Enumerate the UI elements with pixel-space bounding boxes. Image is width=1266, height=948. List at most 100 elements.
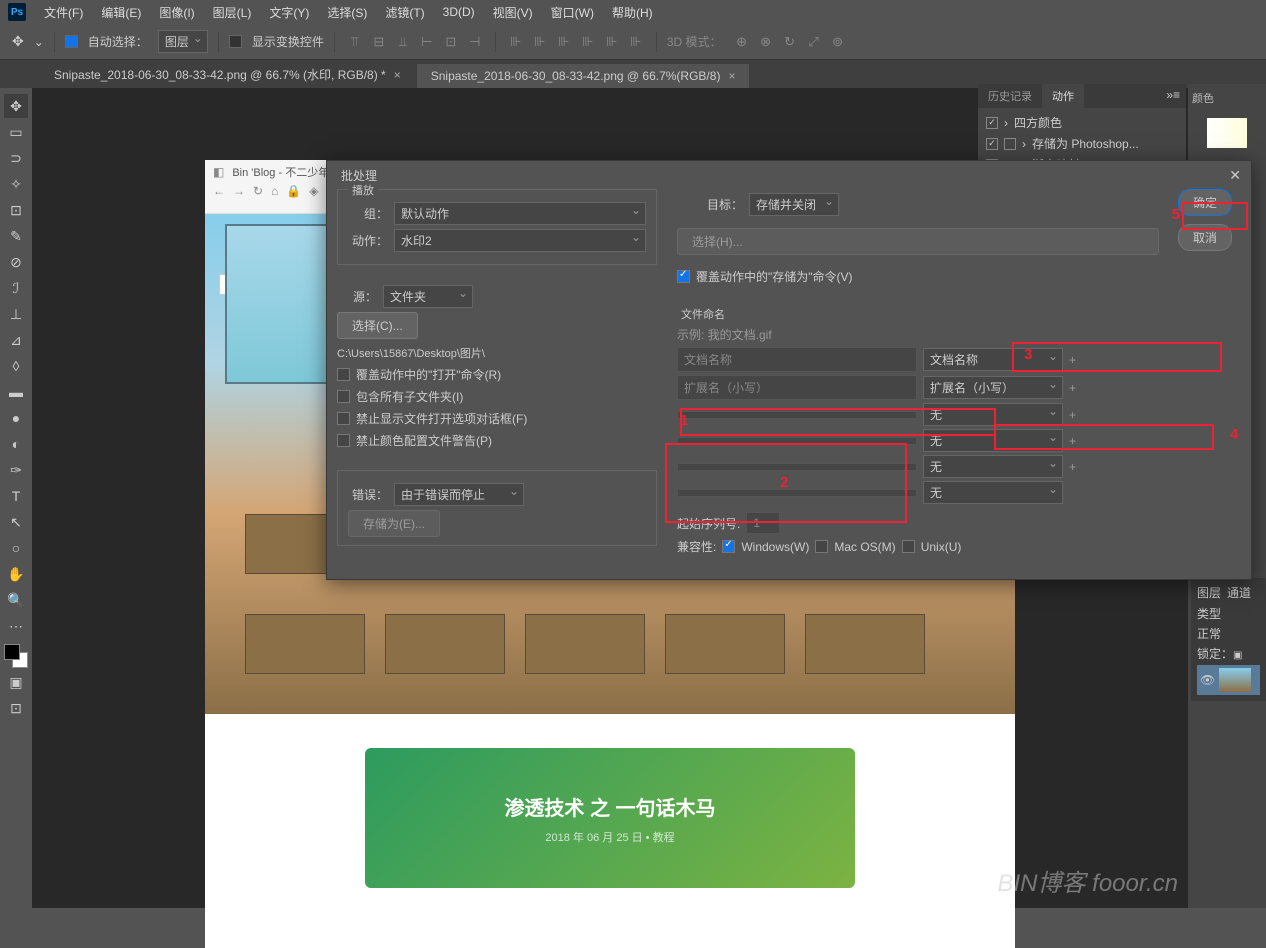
menu-layer[interactable]: 图层(L) bbox=[205, 1, 260, 24]
filename-field[interactable] bbox=[677, 437, 917, 445]
action-select[interactable]: 水印2 bbox=[394, 229, 646, 252]
filename-select[interactable]: 无 bbox=[923, 429, 1063, 452]
layer-row[interactable]: 👁 bbox=[1197, 665, 1260, 695]
history-brush-tool[interactable]: ⊿ bbox=[4, 328, 28, 352]
layer-select[interactable]: 图层 bbox=[158, 30, 208, 53]
filename-field[interactable] bbox=[677, 489, 917, 497]
menu-text[interactable]: 文字(Y) bbox=[261, 1, 317, 24]
filename-select[interactable]: 无 bbox=[923, 481, 1063, 504]
group-select[interactable]: 默认动作 bbox=[394, 202, 646, 225]
filename-select[interactable]: 扩展名（小写） bbox=[923, 376, 1063, 399]
eye-icon[interactable]: 👁 bbox=[1200, 673, 1215, 687]
action-item[interactable]: ›四方颜色 bbox=[982, 112, 1182, 133]
source-select[interactable]: 文件夹 bbox=[383, 285, 473, 308]
filename-field[interactable]: 文档名称 bbox=[677, 347, 917, 372]
dist-icon[interactable]: ⊪ bbox=[530, 32, 550, 52]
align-vcenter-icon[interactable]: ⊟ bbox=[369, 32, 389, 52]
menu-window[interactable]: 窗口(W) bbox=[543, 1, 602, 24]
layers-tab[interactable]: 图层 bbox=[1197, 584, 1221, 601]
align-top-icon[interactable]: ⫪ bbox=[345, 32, 365, 52]
include-sub-checkbox[interactable] bbox=[337, 390, 350, 403]
override-save-checkbox[interactable] bbox=[677, 270, 690, 283]
marquee-tool[interactable]: ▭ bbox=[4, 120, 28, 144]
3d-icon[interactable]: ⊗ bbox=[756, 32, 776, 52]
pen-tool[interactable]: ✑ bbox=[4, 458, 28, 482]
zoom-tool[interactable]: 🔍 bbox=[4, 588, 28, 612]
3d-icon[interactable]: ⊕ bbox=[732, 32, 752, 52]
close-icon[interactable]: × bbox=[728, 69, 735, 83]
lasso-tool[interactable]: ⊃ bbox=[4, 146, 28, 170]
menu-filter[interactable]: 滤镜(T) bbox=[377, 1, 432, 24]
doc-tab[interactable]: Snipaste_2018-06-30_08-33-42.png @ 66.7%… bbox=[40, 61, 415, 88]
dist-icon[interactable]: ⊪ bbox=[602, 32, 622, 52]
wand-tool[interactable]: ✧ bbox=[4, 172, 28, 196]
quickmask-tool[interactable]: ▣ bbox=[4, 670, 28, 694]
blur-tool[interactable]: ● bbox=[4, 406, 28, 430]
eyedropper-tool[interactable]: ✎ bbox=[4, 224, 28, 248]
filename-select[interactable]: 文档名称 bbox=[923, 348, 1063, 371]
suppress-color-checkbox[interactable] bbox=[337, 434, 350, 447]
action-item[interactable]: ›存储为 Photoshop... bbox=[982, 133, 1182, 154]
filename-select[interactable]: 无 bbox=[923, 455, 1063, 478]
compat-unix-checkbox[interactable] bbox=[902, 540, 915, 553]
align-right-icon[interactable]: ⊣ bbox=[465, 32, 485, 52]
compat-win-checkbox[interactable] bbox=[722, 540, 735, 553]
align-bottom-icon[interactable]: ⫫ bbox=[393, 32, 413, 52]
dist-icon[interactable]: ⊪ bbox=[554, 32, 574, 52]
dist-icon[interactable]: ⊪ bbox=[506, 32, 526, 52]
transform-checkbox[interactable] bbox=[229, 35, 242, 48]
healing-tool[interactable]: ⊘ bbox=[4, 250, 28, 274]
more-tool[interactable]: ⋯ bbox=[4, 614, 28, 638]
3d-icon[interactable]: ⤢ bbox=[804, 32, 824, 52]
close-icon[interactable]: × bbox=[394, 68, 401, 82]
crop-tool[interactable]: ⊡ bbox=[4, 198, 28, 222]
3d-icon[interactable]: ⊚ bbox=[828, 32, 848, 52]
align-left-icon[interactable]: ⊢ bbox=[417, 32, 437, 52]
menu-help[interactable]: 帮助(H) bbox=[604, 1, 661, 24]
menu-select[interactable]: 选择(S) bbox=[319, 1, 375, 24]
eraser-tool[interactable]: ◊ bbox=[4, 354, 28, 378]
dist-icon[interactable]: ⊪ bbox=[626, 32, 646, 52]
menu-image[interactable]: 图像(I) bbox=[151, 1, 202, 24]
filename-field[interactable]: 扩展名（小写） bbox=[677, 375, 917, 400]
doc-tab-active[interactable]: Snipaste_2018-06-30_08-33-42.png @ 66.7%… bbox=[417, 64, 750, 88]
filename-field[interactable] bbox=[677, 411, 917, 419]
gradient-tool[interactable]: ▬ bbox=[4, 380, 28, 404]
screenmode-tool[interactable]: ⊡ bbox=[4, 696, 28, 720]
error-select[interactable]: 由于错误而停止 bbox=[394, 483, 524, 506]
filename-select[interactable]: 无 bbox=[923, 403, 1063, 426]
start-number-input[interactable]: 1 bbox=[746, 512, 780, 534]
ok-button[interactable]: 确定 bbox=[1178, 189, 1232, 216]
type-tool[interactable]: T bbox=[4, 484, 28, 508]
chevron-down-icon[interactable]: ⌄ bbox=[34, 35, 44, 49]
color-swatch[interactable] bbox=[4, 644, 28, 668]
actions-tab[interactable]: 动作 bbox=[1042, 84, 1084, 108]
move-tool[interactable]: ✥ bbox=[4, 94, 28, 118]
suppress-open-checkbox[interactable] bbox=[337, 412, 350, 425]
color-panel-tab[interactable]: 颜色 bbox=[1188, 84, 1266, 112]
stamp-tool[interactable]: ⊥ bbox=[4, 302, 28, 326]
3d-icon[interactable]: ↻ bbox=[780, 32, 800, 52]
cancel-button[interactable]: 取消 bbox=[1178, 224, 1232, 251]
autoselect-checkbox[interactable] bbox=[65, 35, 78, 48]
path-tool[interactable]: ↖ bbox=[4, 510, 28, 534]
compat-mac-checkbox[interactable] bbox=[815, 540, 828, 553]
shape-tool[interactable]: ○ bbox=[4, 536, 28, 560]
saveas-button[interactable]: 存储为(E)... bbox=[348, 510, 440, 537]
menu-file[interactable]: 文件(F) bbox=[36, 1, 91, 24]
choose-target-button[interactable]: 选择(H)... bbox=[677, 228, 1159, 255]
hand-tool[interactable]: ✋ bbox=[4, 562, 28, 586]
choose-folder-button[interactable]: 选择(C)... bbox=[337, 312, 418, 339]
channels-tab[interactable]: 通道 bbox=[1227, 584, 1251, 601]
panel-menu-icon[interactable]: »≡ bbox=[1160, 84, 1186, 108]
menu-3d[interactable]: 3D(D) bbox=[435, 2, 483, 22]
history-tab[interactable]: 历史记录 bbox=[978, 84, 1042, 108]
brush-tool[interactable]: ℐ bbox=[4, 276, 28, 300]
override-open-checkbox[interactable] bbox=[337, 368, 350, 381]
menu-edit[interactable]: 编辑(E) bbox=[93, 1, 149, 24]
dodge-tool[interactable]: ◐ bbox=[4, 432, 28, 456]
menu-view[interactable]: 视图(V) bbox=[485, 1, 541, 24]
close-icon[interactable]: ✕ bbox=[1229, 167, 1241, 184]
target-select[interactable]: 存储并关闭 bbox=[749, 193, 839, 216]
filename-field[interactable] bbox=[677, 463, 917, 471]
